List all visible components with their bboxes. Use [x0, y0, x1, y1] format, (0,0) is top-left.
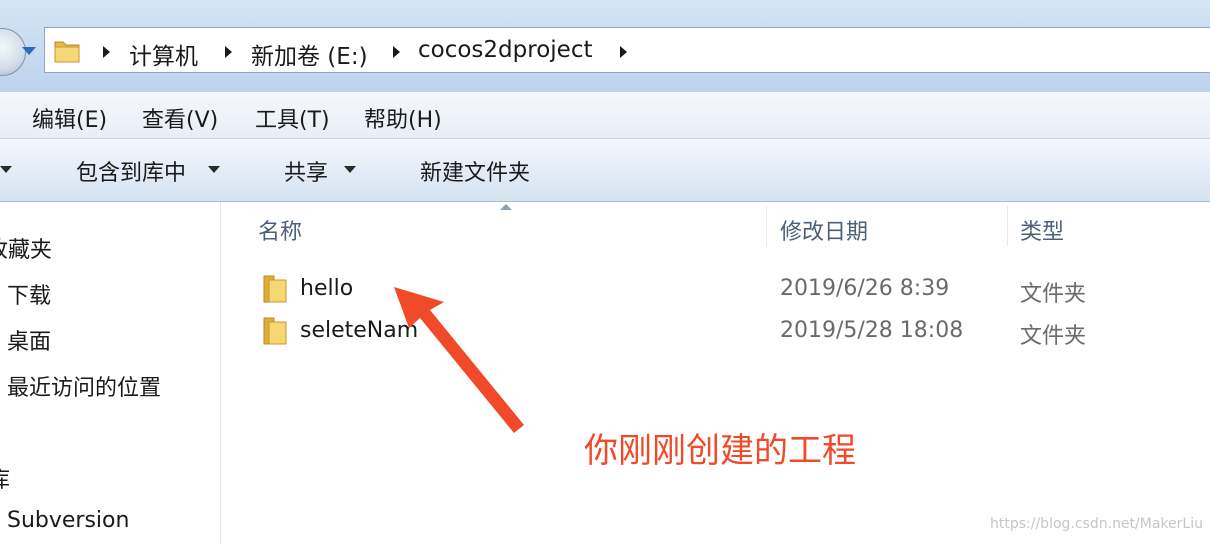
annotation-label: 你刚刚创建的工程	[584, 431, 856, 471]
watermark: https://blog.csdn.net/MakerLiu	[990, 516, 1203, 532]
